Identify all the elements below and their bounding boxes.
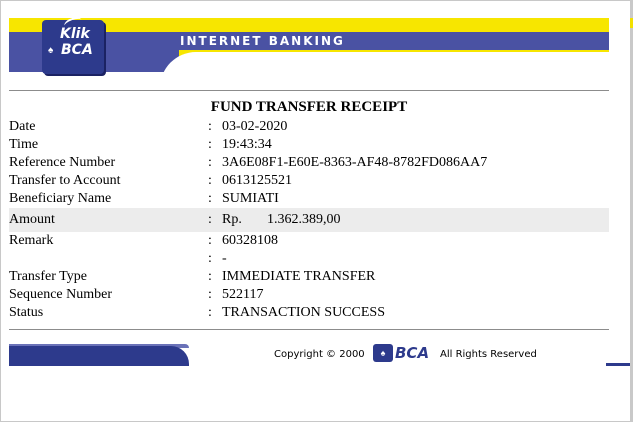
footer-rights: All Rights Reserved	[440, 349, 537, 360]
row-value: 522117	[222, 287, 264, 302]
row-separator: :	[208, 119, 212, 134]
row-separator: :	[208, 251, 212, 266]
row-separator: :	[208, 155, 212, 170]
row-label: Sequence Number	[9, 287, 113, 302]
receipt-row-remark: Remark : 60328108	[9, 232, 609, 250]
row-label: Remark	[9, 233, 54, 248]
row-separator: :	[208, 212, 212, 227]
row-label: Reference Number	[9, 155, 116, 170]
bca-footer-emblem-icon: ♠	[373, 344, 393, 362]
receipt-row-amount: Amount : Rp. 1.362.389,00	[9, 208, 609, 232]
row-value: 19:43:34	[222, 137, 272, 152]
logo-klik-text: Klik	[60, 26, 90, 42]
row-label: Amount	[9, 212, 55, 227]
row-separator: :	[208, 305, 212, 320]
row-label: Beneficiary Name	[9, 191, 112, 206]
row-label: Transfer Type	[9, 269, 87, 284]
row-value: 60328108	[222, 233, 278, 248]
row-separator: :	[208, 287, 212, 302]
row-value: 03-02-2020	[222, 119, 288, 134]
row-value: IMMEDIATE TRANSFER	[222, 269, 376, 284]
row-label: Transfer to Account	[9, 173, 121, 188]
row-label: Date	[9, 119, 36, 134]
row-separator: :	[208, 173, 212, 188]
top-divider	[9, 90, 609, 91]
bottom-divider	[9, 329, 609, 330]
row-value: 3A6E08F1-E60E-8363-AF48-8782FD086AA7	[222, 155, 488, 170]
footer-blue-tab	[9, 346, 189, 366]
footer-bca-logo: BCA	[395, 344, 430, 362]
row-separator: :	[208, 233, 212, 248]
header-curve	[160, 52, 615, 92]
footer-copyright: Copyright © 2000	[274, 349, 365, 360]
row-separator: :	[208, 191, 212, 206]
amount-currency: Rp.	[222, 212, 242, 227]
row-label: Time	[9, 137, 39, 152]
row-separator: :	[208, 137, 212, 152]
header-title: INTERNET BANKING	[180, 34, 345, 48]
row-value: TRANSACTION SUCCESS	[222, 305, 385, 320]
row-value: SUMIATI	[222, 191, 279, 206]
footer-right-line	[606, 363, 630, 366]
receipt-title: FUND TRANSFER RECEIPT	[210, 99, 408, 115]
row-value: -	[222, 251, 227, 266]
amount-value: 1.362.389,00	[267, 212, 341, 227]
bca-emblem-icon: ♠	[48, 45, 54, 56]
row-label: Status	[9, 305, 44, 320]
logo-bca-text: BCA	[61, 42, 93, 58]
row-separator: :	[208, 269, 212, 284]
row-value: 0613125521	[222, 173, 292, 188]
